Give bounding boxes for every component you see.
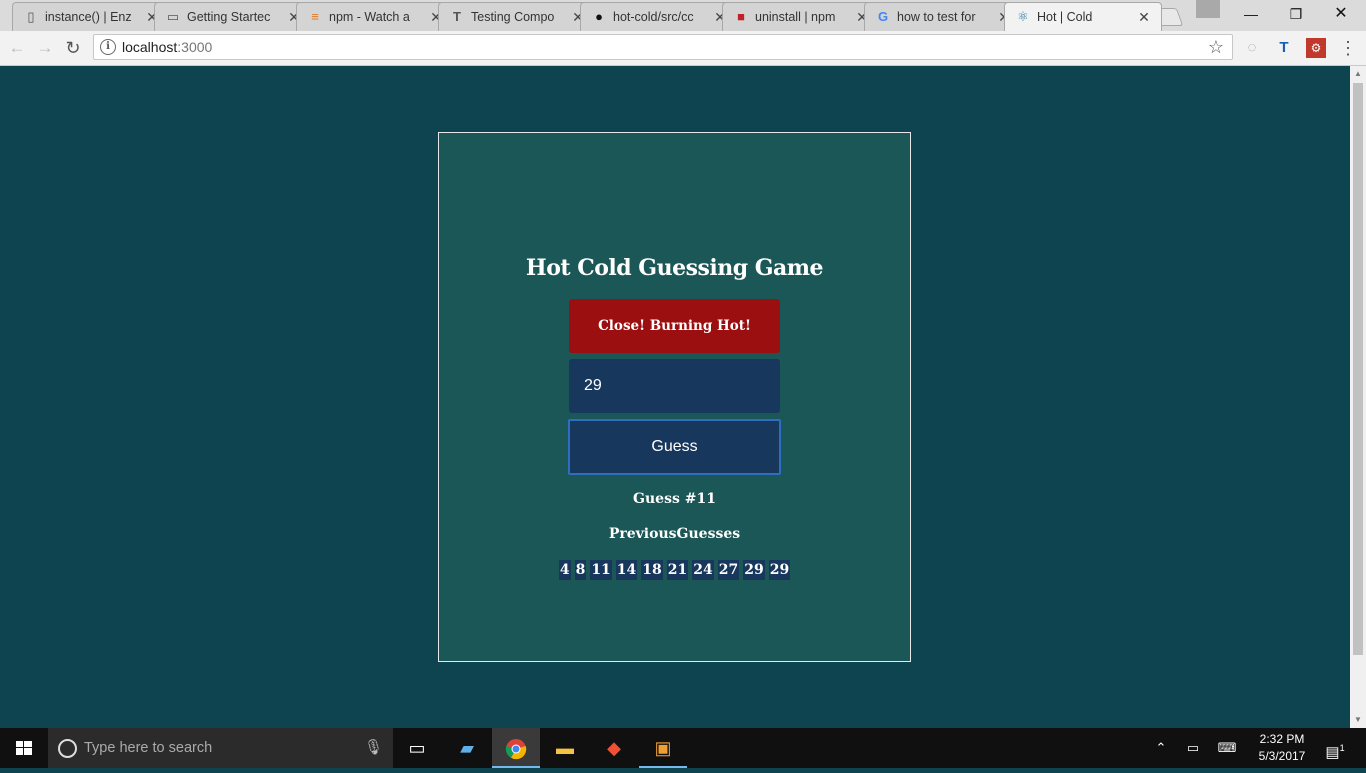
previous-guess: 4: [558, 560, 571, 580]
bookmark-star-icon[interactable]: ☆: [1208, 36, 1224, 58]
taskbar-search-box[interactable]: Type here to search 🎙: [48, 728, 393, 768]
tutsplus-icon: T: [453, 9, 461, 24]
tab-title: how to test for: [897, 10, 976, 24]
chrome-icon[interactable]: [492, 728, 540, 768]
previous-guesses-list: 4 8 11 14 18 21 24 27 29 29: [439, 560, 910, 580]
browser-toolbar: ← → ↻ i localhost:3000 ☆ ◌ T ⚙ ⋮: [0, 31, 1366, 66]
browser-tab[interactable]: ▭ Getting Startec ✕: [154, 2, 312, 31]
tab-title: npm - Watch a: [329, 10, 410, 24]
windows-taskbar: Type here to search 🎙 ▭ ▰ ▬ ◆ ▣ ⌃ ▭ ⌨ 2:…: [0, 728, 1366, 768]
guess-input[interactable]: [569, 359, 780, 413]
browser-tab[interactable]: T Testing Compo ✕: [438, 2, 596, 31]
reload-icon[interactable]: ↻: [61, 36, 85, 60]
close-window-button[interactable]: ✕: [1318, 0, 1364, 30]
battery-icon[interactable]: ▭: [1180, 728, 1206, 768]
tab-strip: ▯ instance() | Enz ✕ ▭ Getting Startec ✕…: [0, 0, 1366, 31]
app-window-icon[interactable]: ▰: [443, 728, 491, 768]
previous-guess: 27: [717, 560, 740, 580]
guess-button[interactable]: Guess: [568, 419, 781, 475]
info-icon[interactable]: i: [100, 39, 116, 55]
tab-title: instance() | Enz: [45, 10, 132, 24]
sublime-text-icon[interactable]: ▣: [639, 728, 687, 768]
tab-title: Hot | Cold: [1037, 10, 1093, 24]
scrollbar-thumb[interactable]: [1353, 83, 1363, 655]
previous-guess: 29: [768, 560, 791, 580]
clock-date: 5/3/2017: [1258, 749, 1306, 763]
task-view-icon[interactable]: ▭: [393, 728, 441, 768]
stackoverflow-icon: ≡: [311, 9, 319, 24]
previous-guess: 29: [743, 560, 765, 580]
game-card: Hot Cold Guessing Game Close! Burning Ho…: [438, 132, 911, 662]
extension-red-icon[interactable]: ⚙: [1306, 38, 1326, 58]
file-explorer-icon[interactable]: ▬: [541, 728, 589, 768]
feedback-banner: Close! Burning Hot!: [569, 299, 780, 353]
scroll-up-icon[interactable]: ▲: [1350, 66, 1366, 82]
browser-tab[interactable]: ≡ npm - Watch a ✕: [296, 2, 454, 31]
tab-title: uninstall | npm: [755, 10, 836, 24]
previous-guess: 18: [641, 560, 663, 580]
vertical-scrollbar[interactable]: ▲ ▼: [1350, 66, 1366, 728]
url-text[interactable]: localhost:3000: [122, 39, 212, 56]
browser-tab[interactable]: ● hot-cold/src/cc ✕: [580, 2, 738, 31]
previous-guess: 11: [590, 560, 612, 580]
extension-circle-icon[interactable]: ◌: [1242, 38, 1262, 58]
npm-icon: ■: [737, 9, 745, 24]
github-icon: ●: [595, 9, 603, 24]
back-arrow-icon[interactable]: ←: [5, 36, 29, 60]
restore-button[interactable]: ❐: [1273, 0, 1319, 30]
page-viewport: Hot Cold Guessing Game Close! Burning Ho…: [0, 66, 1350, 728]
previous-guess: 24: [692, 560, 714, 580]
tab-title: Testing Compo: [471, 10, 555, 24]
close-tab-icon[interactable]: ✕: [1137, 9, 1151, 25]
taskbar-clock[interactable]: 2:32 PM 5/3/2017: [1247, 731, 1317, 765]
previous-guesses-label: PreviousGuesses: [608, 526, 741, 542]
menu-dots-icon[interactable]: ⋮: [1338, 38, 1358, 58]
keyboard-icon[interactable]: ⌨: [1212, 728, 1242, 768]
previous-guess: 14: [615, 560, 638, 580]
search-placeholder: Type here to search: [84, 740, 213, 756]
browser-tab-active[interactable]: ⚛ Hot | Cold ✕: [1004, 2, 1162, 31]
notification-count: 1: [1339, 743, 1345, 753]
previous-guess: 21: [666, 560, 689, 580]
tray-chevron-icon[interactable]: ⌃: [1150, 728, 1172, 768]
notification-icon[interactable]: ▤1: [1320, 728, 1350, 768]
git-icon[interactable]: ◆: [590, 728, 638, 768]
browser-tab[interactable]: G how to test for ✕: [864, 2, 1022, 31]
cortana-icon: [58, 739, 77, 758]
previous-guess: 8: [574, 560, 587, 580]
book-icon: ▯: [27, 9, 35, 24]
browser-tab[interactable]: ■ uninstall | npm ✕: [722, 2, 880, 31]
google-icon: G: [877, 9, 889, 24]
minimize-button[interactable]: —: [1228, 0, 1274, 30]
microphone-icon[interactable]: 🎙: [364, 738, 383, 756]
profile-icon[interactable]: [1196, 0, 1220, 18]
forward-arrow-icon[interactable]: →: [33, 36, 57, 60]
tab-title: Getting Startec: [187, 10, 271, 24]
game-title: Hot Cold Guessing Game: [525, 255, 824, 281]
windows-start-icon[interactable]: [0, 728, 48, 768]
browser-tab[interactable]: ▯ instance() | Enz ✕: [12, 2, 170, 31]
page-icon: ▭: [166, 9, 180, 24]
react-icon: ⚛: [1017, 9, 1029, 24]
scroll-down-icon[interactable]: ▼: [1350, 712, 1366, 728]
tutsplus-extension-icon[interactable]: T: [1274, 38, 1294, 58]
guess-count: Guess #11: [633, 491, 716, 507]
address-bar[interactable]: i localhost:3000 ☆: [93, 34, 1233, 60]
tab-title: hot-cold/src/cc: [613, 10, 694, 24]
clock-time: 2:32 PM: [1259, 732, 1305, 746]
